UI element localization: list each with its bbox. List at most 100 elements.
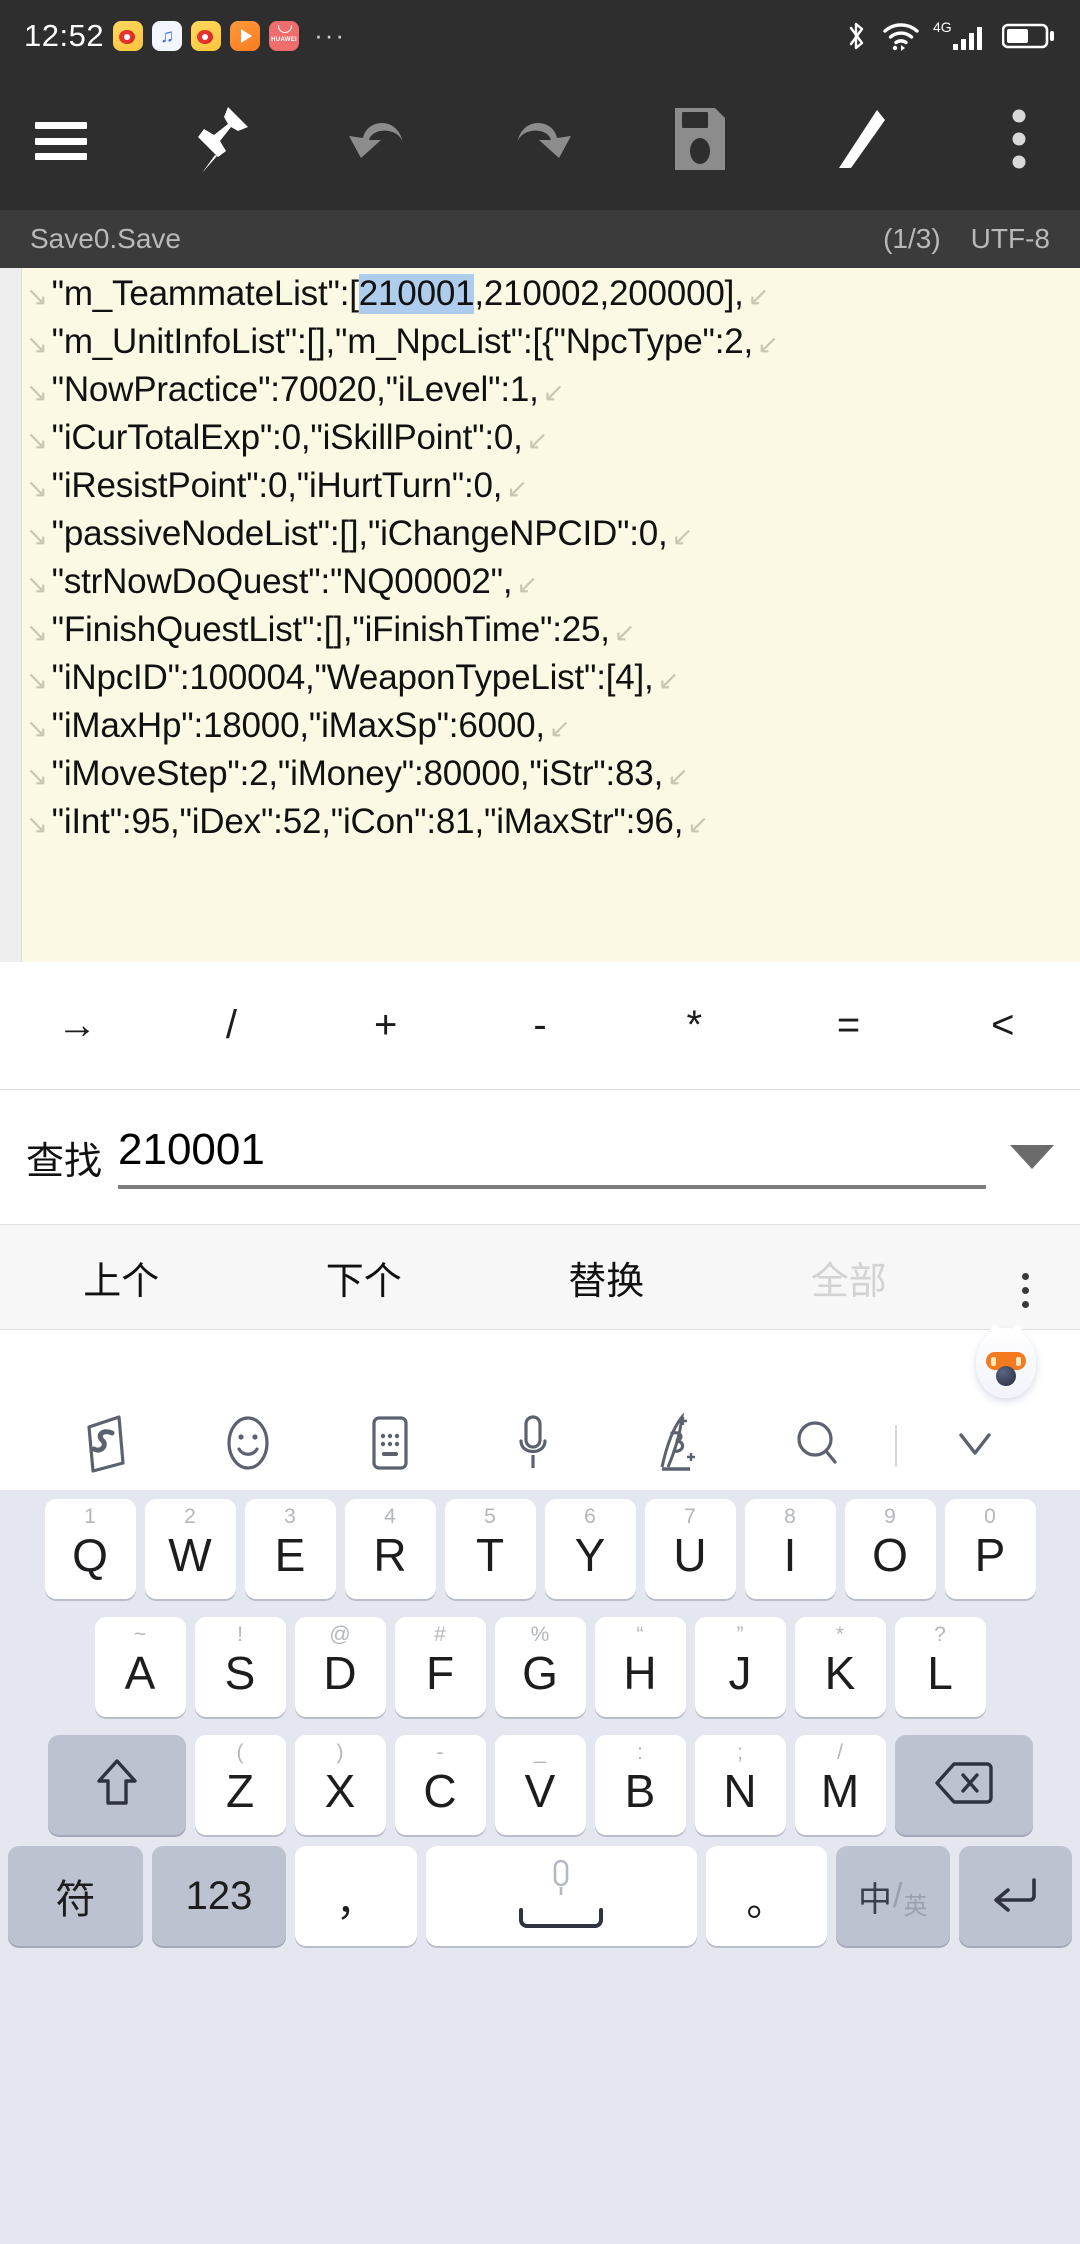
key-primary-label: K xyxy=(824,1647,856,1699)
key-W[interactable]: 2W xyxy=(144,1499,236,1599)
editor-line[interactable]: ↘ "iNpcID":100004,"WeaponTypeList":[4], ↙ xyxy=(22,658,1080,706)
editor-line[interactable]: ↘ "m_UnitInfoList":[],"m_NpcList":[{"NpcT… xyxy=(22,322,1080,370)
handwriting-button[interactable] xyxy=(604,1412,747,1478)
key-R[interactable]: 4R xyxy=(344,1499,436,1599)
key-K[interactable]: * K xyxy=(794,1617,886,1717)
editor-line[interactable]: ↘ "iMoveStep":2,"iMoney":80000,"iStr":83,… xyxy=(22,754,1080,802)
redo-button[interactable] xyxy=(497,98,583,184)
language-en-label: 英 xyxy=(903,1892,928,1920)
keyboard-layout-button[interactable] xyxy=(319,1414,462,1477)
menu-button[interactable] xyxy=(18,98,104,184)
toolbar-more-button[interactable] xyxy=(976,98,1062,184)
key-V[interactable]: _ V xyxy=(494,1735,586,1835)
comma-key[interactable]: ， xyxy=(295,1846,417,1946)
replace-button[interactable]: 替换 xyxy=(485,1250,728,1305)
key-D[interactable]: @ D xyxy=(294,1617,386,1717)
find-next-button[interactable]: 下个 xyxy=(243,1250,486,1305)
editor-line[interactable]: ↘ "iInt":95,"iDex":52,"iCon":81,"iMaxStr"… xyxy=(22,802,1080,850)
symbol-key-/[interactable]: / xyxy=(154,1003,308,1048)
symbol-key--[interactable]: - xyxy=(463,1003,617,1048)
sogou-logo-button[interactable] xyxy=(34,1413,177,1478)
key-C[interactable]: -C xyxy=(394,1735,486,1835)
editor-line[interactable]: ↘ "passiveNodeList":[],"iChangeNPCID":0, ↙ xyxy=(22,514,1080,562)
numbers-key-label: 123 xyxy=(185,1873,253,1918)
key-I[interactable]: 8I xyxy=(744,1499,836,1599)
weibo-icon xyxy=(191,21,222,51)
symbols-key[interactable]: 符 xyxy=(8,1846,143,1946)
symbol-key-=[interactable]: = xyxy=(771,1003,925,1048)
key-A[interactable]: ~ A xyxy=(94,1617,186,1717)
symbol-key-→[interactable]: → xyxy=(0,1003,154,1048)
key-primary-label: S xyxy=(224,1647,256,1699)
key-F[interactable]: # F xyxy=(394,1617,486,1717)
key-Y[interactable]: 6Y xyxy=(544,1499,636,1599)
key-U[interactable]: 7U xyxy=(644,1499,736,1599)
editor-line[interactable]: ↘ "m_TeammateList":[210001,210002,200000]… xyxy=(22,274,1080,322)
key-L[interactable]: ? L xyxy=(894,1617,986,1717)
wrap-indicator-start-icon: ↘ xyxy=(26,281,48,311)
key-primary-label: T xyxy=(475,1529,505,1581)
status-clock: 12:52 xyxy=(24,18,105,53)
keyboard-row-3: (Z) X - C _ V: B; N / M xyxy=(0,1726,1080,1844)
key-G[interactable]: % G xyxy=(494,1617,586,1717)
language-toggle-key[interactable]: 中 / 英 xyxy=(836,1846,950,1946)
voice-input-button[interactable] xyxy=(462,1413,605,1478)
key-O[interactable]: 9O xyxy=(844,1499,936,1599)
more-vertical-icon xyxy=(1010,108,1028,175)
keyboard-search-button[interactable] xyxy=(747,1414,890,1477)
key-E[interactable]: 3E xyxy=(244,1499,336,1599)
key-B[interactable]: :B xyxy=(594,1735,686,1835)
key-primary-label: W xyxy=(168,1529,212,1581)
numbers-key[interactable]: 123 xyxy=(151,1846,287,1946)
editor-line[interactable]: ↘ "iResistPoint":0,"iHurtTurn":0, ↙ xyxy=(22,466,1080,514)
key-X[interactable]: ) X xyxy=(294,1735,386,1835)
symbol-key-+[interactable]: + xyxy=(309,1003,463,1048)
key-Q[interactable]: 1Q xyxy=(44,1499,136,1599)
undo-button[interactable] xyxy=(337,98,423,184)
key-primary-label: I xyxy=(783,1529,797,1581)
symbol-key-*[interactable]: * xyxy=(617,1003,771,1048)
key-N[interactable]: ; N xyxy=(694,1735,786,1835)
enter-key[interactable] xyxy=(958,1846,1072,1946)
key-primary-label: Q xyxy=(72,1529,108,1581)
emoji-button[interactable] xyxy=(177,1414,320,1477)
editor-line[interactable]: ↘ "strNowDoQuest":"NQ00002", ↙ xyxy=(22,562,1080,610)
key-H[interactable]: “H xyxy=(594,1617,686,1717)
editor-area[interactable]: ↘ "m_TeammateList":[210001,210002,200000]… xyxy=(0,268,1080,962)
key-M[interactable]: / M xyxy=(794,1735,886,1835)
space-key[interactable] xyxy=(425,1846,697,1946)
sogou-mascot-icon[interactable] xyxy=(976,1325,1036,1398)
hide-keyboard-button[interactable] xyxy=(903,1421,1046,1470)
editor-line-text: "NowPractice":70020,"iLevel":1, xyxy=(51,370,539,409)
symbol-key-<[interactable]: < xyxy=(926,1003,1080,1048)
editor-line[interactable]: ↘ "FinishQuestList":[],"iFinishTime":25, ↙ xyxy=(22,610,1080,658)
editor-line[interactable]: ↘ "iCurTotalExp":0,"iSkillPoint":0, ↙ xyxy=(22,418,1080,466)
shift-key[interactable] xyxy=(47,1735,186,1835)
chevron-down-icon[interactable] xyxy=(1010,1145,1054,1169)
key-T[interactable]: 5T xyxy=(444,1499,536,1599)
find-input[interactable] xyxy=(118,1125,986,1175)
key-S[interactable]: ! S xyxy=(194,1617,286,1717)
find-previous-button[interactable]: 上个 xyxy=(0,1250,243,1305)
editor-line[interactable]: ↘ "iMaxHp":18000,"iMaxSp":6000, ↙ xyxy=(22,706,1080,754)
wrap-indicator-end-icon: ↙ xyxy=(757,329,779,359)
key-Z[interactable]: (Z xyxy=(194,1735,286,1835)
signal-icon: 4G xyxy=(933,19,989,53)
key-P[interactable]: 0P xyxy=(944,1499,1036,1599)
key-primary-label: A xyxy=(124,1647,156,1699)
key-J[interactable]: ” J xyxy=(694,1617,786,1717)
key-secondary-label: * xyxy=(835,1623,845,1646)
editor-text[interactable]: ↘ "m_TeammateList":[210001,210002,200000]… xyxy=(22,268,1080,962)
edit-button[interactable] xyxy=(816,98,902,184)
period-key[interactable]: 。 xyxy=(705,1846,827,1946)
wrap-indicator-end-icon: ↙ xyxy=(671,521,694,551)
key-primary-label: F xyxy=(425,1647,455,1699)
find-input-wrapper[interactable] xyxy=(118,1125,986,1189)
more-vertical-icon xyxy=(1021,1272,1029,1308)
pin-button[interactable] xyxy=(178,98,264,184)
search-icon xyxy=(794,1414,842,1477)
editor-line[interactable]: ↘ "NowPractice":70020,"iLevel":1, ↙ xyxy=(22,370,1080,418)
find-more-button[interactable] xyxy=(970,1247,1080,1308)
save-button[interactable] xyxy=(657,98,743,184)
backspace-key[interactable] xyxy=(894,1735,1033,1835)
